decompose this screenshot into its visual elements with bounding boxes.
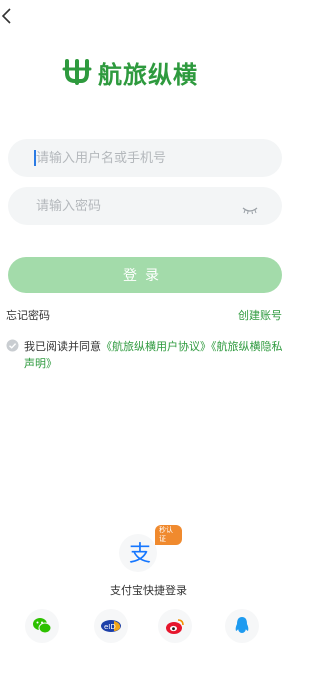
text-caret xyxy=(34,150,36,166)
alipay-icon: 支 xyxy=(119,534,157,572)
svg-text:支: 支 xyxy=(129,542,151,567)
create-account-link[interactable]: 创建账号 xyxy=(238,307,282,323)
qq-login-button[interactable] xyxy=(225,609,259,643)
user-agreement-link[interactable]: 《航旅纵横用户协议》 xyxy=(101,340,211,353)
eye-closed-icon xyxy=(242,207,258,215)
chevron-left-icon xyxy=(1,8,11,24)
qq-icon xyxy=(235,617,249,633)
back-button[interactable] xyxy=(0,6,16,26)
brand-name: 航旅纵横 xyxy=(98,60,198,89)
weibo-login-button[interactable] xyxy=(158,609,192,643)
svg-text:eID: eID xyxy=(104,623,116,631)
agreement-prefix: 我已阅读并同意 xyxy=(24,340,101,353)
agreement-checkbox[interactable] xyxy=(6,339,19,357)
username-input[interactable] xyxy=(34,149,238,167)
quick-verify-badge: 秒认证 xyxy=(155,525,182,545)
alipay-login-label: 支付宝快捷登录 xyxy=(110,584,187,597)
brand-logo-icon xyxy=(62,59,92,85)
check-circle-icon xyxy=(6,339,19,352)
weibo-icon xyxy=(166,619,184,634)
password-field[interactable] xyxy=(8,187,282,225)
alipay-login-button[interactable]: 支 秒认证 xyxy=(118,525,182,575)
password-input[interactable] xyxy=(34,197,238,215)
eid-login-button[interactable]: eID xyxy=(94,609,128,643)
agreement-text: 我已阅读并同意《航旅纵横用户协议》《航旅纵横隐私声明》 xyxy=(24,338,284,372)
toggle-password-button[interactable] xyxy=(242,200,258,219)
eid-icon: eID xyxy=(101,620,121,632)
forgot-password-link[interactable]: 忘记密码 xyxy=(6,307,50,323)
app-logo: 航旅纵横 xyxy=(62,52,232,92)
wechat-icon xyxy=(33,618,52,634)
login-button[interactable]: 登录 xyxy=(8,257,282,293)
wechat-login-button[interactable] xyxy=(25,609,59,643)
username-field[interactable] xyxy=(8,139,282,177)
